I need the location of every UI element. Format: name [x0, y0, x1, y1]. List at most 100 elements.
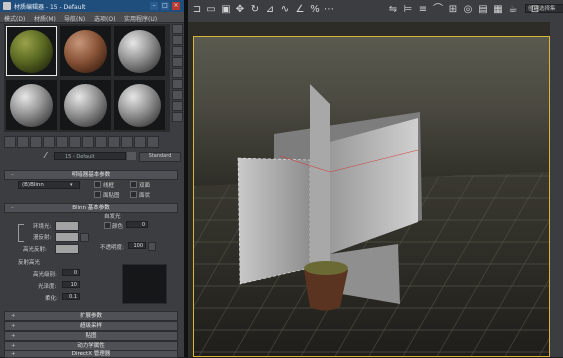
opacity-map-button[interactable]: [148, 242, 156, 251]
close-button[interactable]: ×: [172, 2, 180, 10]
lock-bracket[interactable]: [18, 224, 24, 242]
material-sphere-moss: [10, 30, 53, 73]
expand-icon: +: [11, 323, 16, 329]
options-button[interactable]: [172, 90, 183, 100]
face-map-checkbox[interactable]: [94, 191, 101, 198]
show-map-button[interactable]: [108, 136, 120, 148]
soften-label: 柔化:: [45, 296, 58, 302]
backlight-button[interactable]: [172, 35, 183, 45]
edit-named-sets-icon[interactable]: ⋯: [322, 3, 336, 17]
window-title: 材质编辑器 - 15 - Default: [14, 4, 86, 11]
glossiness-label: 光泽度:: [38, 284, 57, 290]
material-sphere-default: [118, 84, 161, 127]
select-rotate-icon[interactable]: ↻: [248, 3, 262, 17]
menu-material[interactable]: 材质(M): [34, 14, 56, 23]
snap-icon[interactable]: ∿: [278, 3, 292, 17]
rendered-frame-icon[interactable]: ▦: [491, 3, 505, 17]
navigator-button[interactable]: [172, 112, 183, 122]
sample-type-button[interactable]: [172, 24, 183, 34]
sample-slot-5[interactable]: [60, 80, 111, 130]
material-name-field[interactable]: 15 - Default: [54, 152, 126, 160]
select-scale-icon[interactable]: ⊿: [263, 3, 277, 17]
minimize-button[interactable]: –: [150, 2, 158, 10]
maximize-button[interactable]: □: [161, 2, 169, 10]
menu-utilities[interactable]: 实用程序(U): [124, 14, 157, 23]
opacity-spinner[interactable]: 100: [128, 242, 146, 249]
rollout-maps[interactable]: + 贴图: [4, 331, 178, 341]
rollout-title: 动力学属性: [77, 343, 105, 349]
make-unique-button[interactable]: [69, 136, 81, 148]
ambient-color-swatch[interactable]: [55, 221, 79, 231]
sample-slots: [4, 24, 170, 132]
rollout-title: Blinn 基本参数: [72, 205, 110, 211]
sample-slot-6[interactable]: [114, 80, 165, 130]
assign-to-selection-button[interactable]: [30, 136, 42, 148]
select-move-icon[interactable]: ✥: [233, 3, 247, 17]
sample-slot-4[interactable]: [6, 80, 57, 130]
glossiness-spinner[interactable]: 10: [62, 281, 80, 288]
diffuse-map-button[interactable]: [80, 233, 89, 242]
select-region-icon[interactable]: ▣: [219, 3, 233, 17]
sample-slot-3[interactable]: [114, 26, 165, 76]
go-to-parent-button[interactable]: [134, 136, 146, 148]
undo-icon[interactable]: ⊐: [190, 3, 204, 17]
faceted-label: 面状: [139, 193, 151, 199]
name-dropdown-button[interactable]: [127, 152, 136, 160]
get-material-button[interactable]: [4, 136, 16, 148]
material-type-button[interactable]: Standard: [139, 152, 181, 162]
extra-tools-icon[interactable]: ⊡: [528, 3, 542, 17]
material-sphere-default: [118, 30, 161, 73]
collapse-icon: –: [11, 205, 14, 211]
rollout-supersampling[interactable]: + 超级采样: [4, 321, 178, 331]
uv-tiling-button[interactable]: [172, 57, 183, 67]
material-sphere-default: [10, 84, 53, 127]
material-id-button[interactable]: [95, 136, 107, 148]
two-sided-checkbox[interactable]: [130, 181, 137, 188]
specular-label: 高光反射:: [23, 247, 47, 253]
make-preview-button[interactable]: [172, 79, 183, 89]
show-end-result-button[interactable]: [121, 136, 133, 148]
put-to-library-button[interactable]: [82, 136, 94, 148]
sample-slot-1[interactable]: [6, 26, 57, 76]
layer-manager-icon[interactable]: ≡: [416, 3, 430, 17]
command-panel-strip: [550, 22, 563, 357]
background-button[interactable]: [172, 46, 183, 56]
diffuse-label: 漫反射:: [33, 235, 52, 241]
menu-options[interactable]: 选项(O): [94, 14, 115, 23]
self-illum-spinner[interactable]: 0: [126, 221, 148, 228]
rollout-extended[interactable]: + 扩展参数: [4, 311, 178, 321]
align-icon[interactable]: ⊨: [401, 3, 415, 17]
material-editor-icon[interactable]: ◎: [461, 3, 475, 17]
angle-snap-icon[interactable]: ∠: [293, 3, 307, 17]
specular-color-swatch[interactable]: [55, 244, 79, 254]
render-icon[interactable]: ☕: [506, 3, 520, 17]
spec-level-label: 高光级别:: [33, 272, 57, 278]
put-to-scene-button[interactable]: [17, 136, 29, 148]
spec-level-spinner[interactable]: 0: [62, 269, 80, 276]
video-check-button[interactable]: [172, 68, 183, 78]
faceted-checkbox[interactable]: [130, 191, 137, 198]
select-object-icon[interactable]: ▭: [204, 3, 218, 17]
wire-checkbox[interactable]: [94, 181, 101, 188]
rollout-title: 扩展参数: [79, 313, 102, 319]
rollout-shader-basic[interactable]: – 明暗器基本参数: [4, 170, 178, 180]
diffuse-color-swatch[interactable]: [55, 232, 79, 242]
rollout-title: 超级采样: [79, 323, 102, 329]
reset-map-button[interactable]: [43, 136, 55, 148]
sample-slot-2[interactable]: [60, 26, 111, 76]
rollout-blinn-basic[interactable]: – Blinn 基本参数: [4, 203, 178, 213]
mirror-icon[interactable]: ⇋: [386, 3, 400, 17]
schematic-view-icon[interactable]: ⊞: [446, 3, 460, 17]
soften-spinner[interactable]: 0.1: [62, 293, 80, 300]
go-forward-sibling-button[interactable]: [147, 136, 159, 148]
delete-icon[interactable]: [56, 136, 68, 148]
percent-snap-icon[interactable]: %: [308, 3, 322, 17]
render-setup-icon[interactable]: ▤: [476, 3, 490, 17]
rollout-title: DirectX 管理器: [71, 351, 111, 357]
curve-editor-icon[interactable]: ⌒: [431, 3, 445, 17]
select-by-material-button[interactable]: [172, 101, 183, 111]
eyedropper-icon[interactable]: ⁄: [45, 152, 52, 160]
menu-modes[interactable]: 模式(D): [4, 14, 25, 23]
self-illum-color-checkbox[interactable]: [104, 222, 111, 229]
menu-navigation[interactable]: 导航(N): [64, 14, 85, 23]
